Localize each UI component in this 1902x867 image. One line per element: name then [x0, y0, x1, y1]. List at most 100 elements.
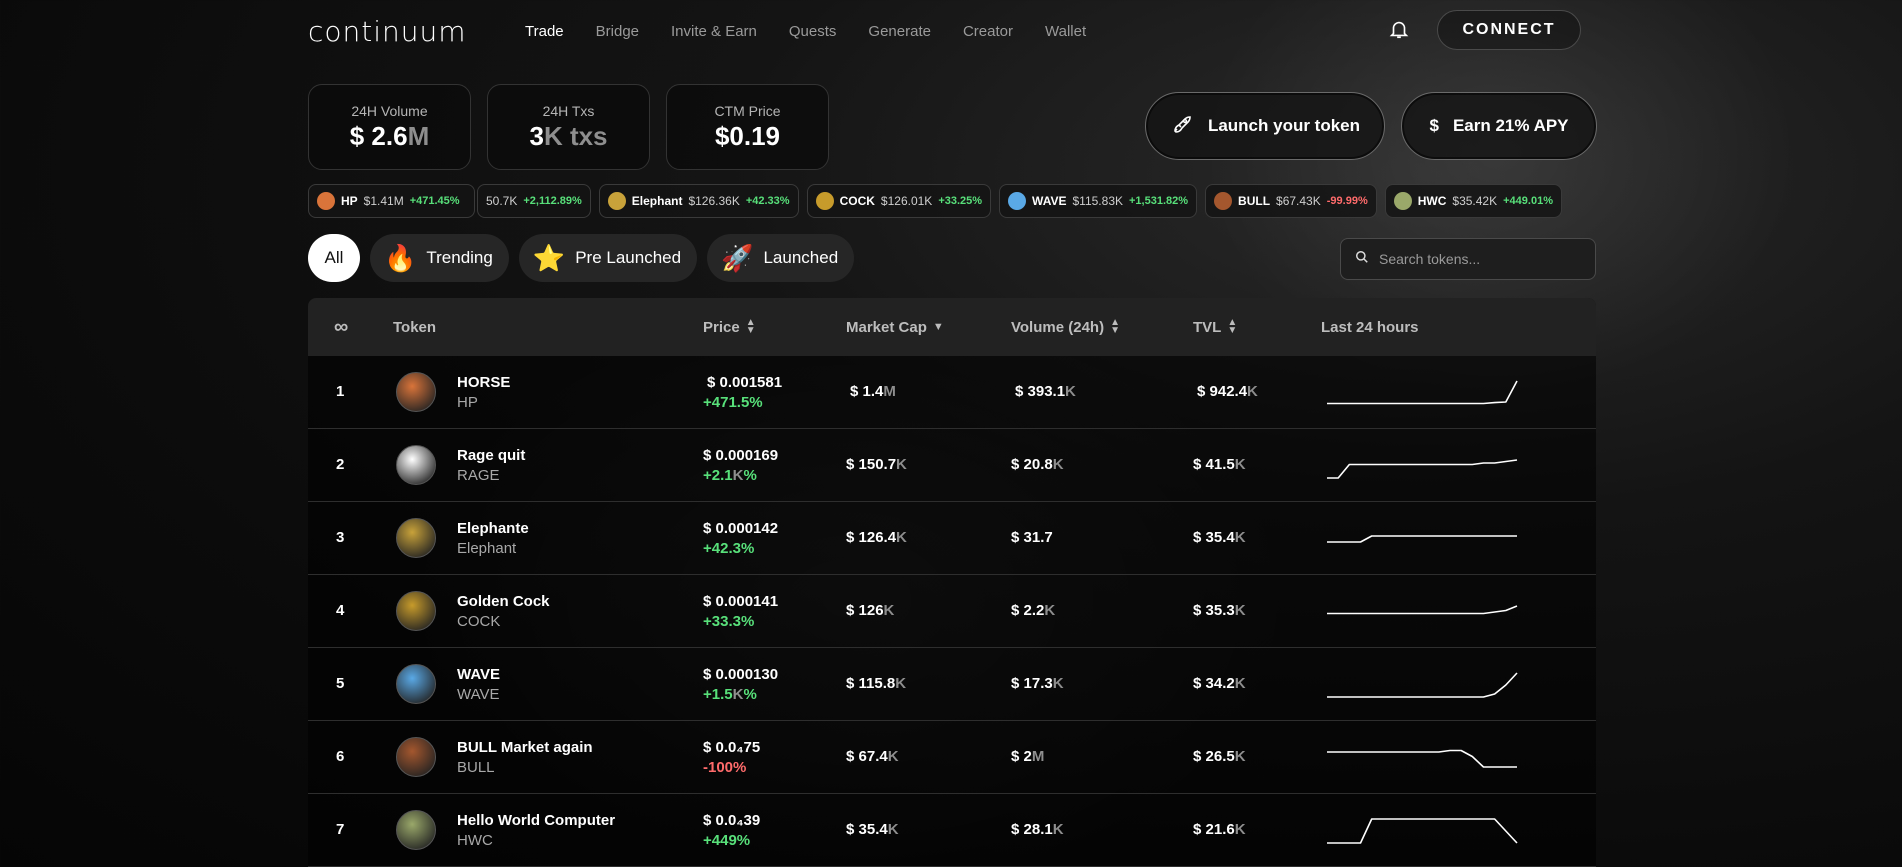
tvl: $ 35.4K [1193, 529, 1246, 546]
search-box[interactable] [1340, 238, 1596, 280]
volume-value: $ 2.2 [1011, 602, 1045, 619]
table-row[interactable]: 2 Rage quit RAGE $ 0.000169 +2.1K% $ 150… [308, 429, 1596, 502]
change-value: -100% [703, 759, 747, 776]
table-row[interactable]: 7 Hello World Computer HWC $ 0.0₄39 +449… [308, 794, 1596, 867]
sparkline-chart [1327, 672, 1518, 698]
earn-apy-label: Earn 21% APY [1452, 116, 1569, 135]
volume-unit: K [1052, 821, 1064, 838]
header-market-cap[interactable]: Market Cap ▼ [846, 319, 944, 336]
change-unit: K [732, 467, 744, 484]
price-change: +471.5% [703, 394, 763, 411]
search-input[interactable] [1379, 251, 1579, 267]
continuum-logo[interactable]: continuum [308, 15, 525, 48]
row-rank: 3 [336, 529, 345, 546]
connect-button[interactable]: CONNECT [1437, 10, 1581, 50]
volume-value: $ 17.3 [1011, 675, 1053, 692]
sparkline-line [1327, 535, 1517, 543]
header-price[interactable]: Price ▲ ▼ [703, 318, 756, 336]
table-row[interactable]: 1 HORSE HP $ 0.001581 +471.5% $ 1.4M $ 3… [308, 356, 1596, 429]
table-row[interactable]: 3 Elephante Elephant $ 0.000142 +42.3% $… [308, 502, 1596, 575]
filter-launched[interactable]: 🚀 Launched [707, 234, 855, 282]
mcap-value: $ 115.8 [846, 675, 896, 692]
filter-chips: All 🔥 Trending ⭐ Pre Launched 🚀 Launched [308, 234, 855, 282]
ticker-symbol: HP [341, 194, 358, 208]
token-icon [1393, 192, 1412, 210]
ticker-price: $126.36K [688, 194, 740, 208]
table-body: 1 HORSE HP $ 0.001581 +471.5% $ 1.4M $ 3… [308, 356, 1596, 867]
stat-unit-text: K txs [543, 120, 608, 151]
ticker-symbol: BULL [1238, 194, 1271, 208]
table-row[interactable]: 5 WAVE WAVE $ 0.000130 +1.5K% $ 115.8K $… [308, 648, 1596, 721]
market-cap: $ 126K [846, 602, 894, 619]
change-value: +2.1 [703, 467, 733, 484]
volume-value: $ 393.1 [1015, 383, 1066, 400]
token-name: Golden Cock [457, 593, 550, 610]
sort-icon: ▲ ▼ [1110, 317, 1120, 336]
header-last-24h: Last 24 hours [1321, 319, 1419, 336]
tvl-unit: K [1234, 675, 1246, 692]
token-name: Hello World Computer [457, 812, 616, 829]
nav-quests[interactable]: Quests [789, 23, 837, 40]
ticker-symbol: Elephant [631, 194, 683, 208]
price-change: +2.1K% [703, 467, 757, 484]
earn-apy-button[interactable]: $ Earn 21% APY [1401, 92, 1597, 160]
row-rank: 6 [336, 748, 345, 765]
token-icon [317, 192, 335, 210]
nav-invite-earn[interactable]: Invite & Earn [671, 23, 757, 40]
header-tvl[interactable]: TVL ▲ ▼ [1193, 317, 1238, 336]
tvl: $ 942.4K [1197, 383, 1258, 400]
tvl-value: $ 942.4 [1197, 383, 1248, 400]
stat-number: $ 2.6 [349, 120, 408, 151]
sort-desc-icon: ▼ [932, 321, 944, 333]
volume-unit: K [1052, 675, 1064, 692]
ticker-price: $1.41M [363, 194, 404, 208]
token-symbol: BULL [457, 759, 495, 776]
ticker-item[interactable]: Elephant $126.36K +42.33% [598, 184, 799, 218]
token-avatar [396, 810, 436, 850]
bell-icon[interactable] [1388, 18, 1410, 40]
ticker-item[interactable]: HP $1.41M +471.45% [308, 184, 475, 218]
table-row[interactable]: 4 Golden Cock COCK $ 0.000141 +33.3% $ 1… [308, 575, 1596, 648]
ticker-item[interactable]: WAVE $115.83K +1,531.82% [999, 184, 1198, 218]
row-rank: 1 [336, 383, 345, 400]
sparkline-chart [1327, 535, 1517, 543]
volume-value: $ 20.8 [1011, 456, 1053, 473]
header-token: Token [393, 319, 436, 336]
row-rank: 2 [336, 456, 345, 473]
launch-token-button[interactable]: Launch your token [1145, 92, 1385, 160]
ticker-change: +33.25% [938, 195, 983, 207]
header-label: Last 24 hours [1321, 318, 1419, 336]
tvl-unit: K [1234, 529, 1246, 546]
sparkline-line [1327, 459, 1518, 479]
ticker-item[interactable]: BULL $67.43K -99.99% [1205, 184, 1377, 218]
nav-creator[interactable]: Creator [963, 23, 1013, 40]
nav-wallet[interactable]: Wallet [1045, 23, 1086, 40]
filter-label: Launched [763, 248, 839, 267]
row-rank: 5 [336, 675, 345, 692]
mcap-value: $ 126 [846, 602, 884, 619]
header-volume[interactable]: Volume (24h) ▲ ▼ [1011, 317, 1120, 336]
tvl-value: $ 35.4 [1193, 529, 1235, 546]
filter-trending[interactable]: 🔥 Trending [370, 234, 509, 282]
filter-all[interactable]: All [308, 234, 360, 282]
table-row[interactable]: 6 BULL Market again BULL $ 0.0₄75 -100% … [308, 721, 1596, 794]
sort-icon: ▲ ▼ [1227, 317, 1238, 336]
token-symbol: HP [457, 394, 478, 411]
ticker-item[interactable]: 50.7K +2,112.89% [477, 184, 591, 218]
ticker-item[interactable]: COCK $126.01K +33.25% [806, 184, 992, 218]
nav-generate[interactable]: Generate [868, 23, 931, 40]
token-avatar [396, 591, 436, 631]
sparkline-chart [1327, 605, 1518, 615]
sparkline-chart [1327, 380, 1518, 405]
star-icon: ⭐ [532, 242, 566, 273]
filter-pre-launched[interactable]: ⭐ Pre Launched [518, 234, 698, 282]
nav-trade[interactable]: Trade [525, 23, 564, 40]
ticker-item[interactable]: HWC $35.42K +449.01% [1384, 184, 1562, 218]
main-nav: Trade Bridge Invite & Earn Quests Genera… [525, 23, 1086, 40]
market-cap: $ 150.7K [846, 456, 907, 473]
stat-number: 3 [529, 120, 544, 151]
token-price: $ 0.000141 [703, 593, 779, 610]
ticker-symbol: COCK [839, 194, 875, 208]
stat-unit: K txs [544, 121, 608, 151]
nav-bridge[interactable]: Bridge [596, 23, 639, 40]
